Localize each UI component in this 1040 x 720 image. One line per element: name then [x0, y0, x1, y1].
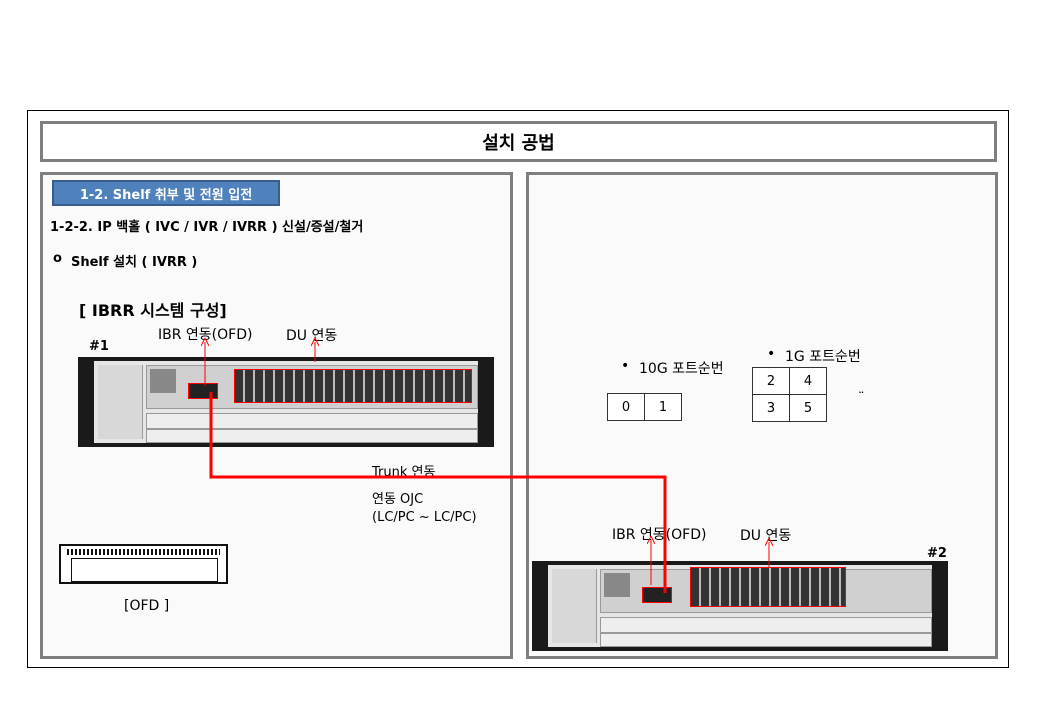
connection-overlay — [0, 0, 1040, 593]
trunk-cable-line — [209, 392, 667, 593]
